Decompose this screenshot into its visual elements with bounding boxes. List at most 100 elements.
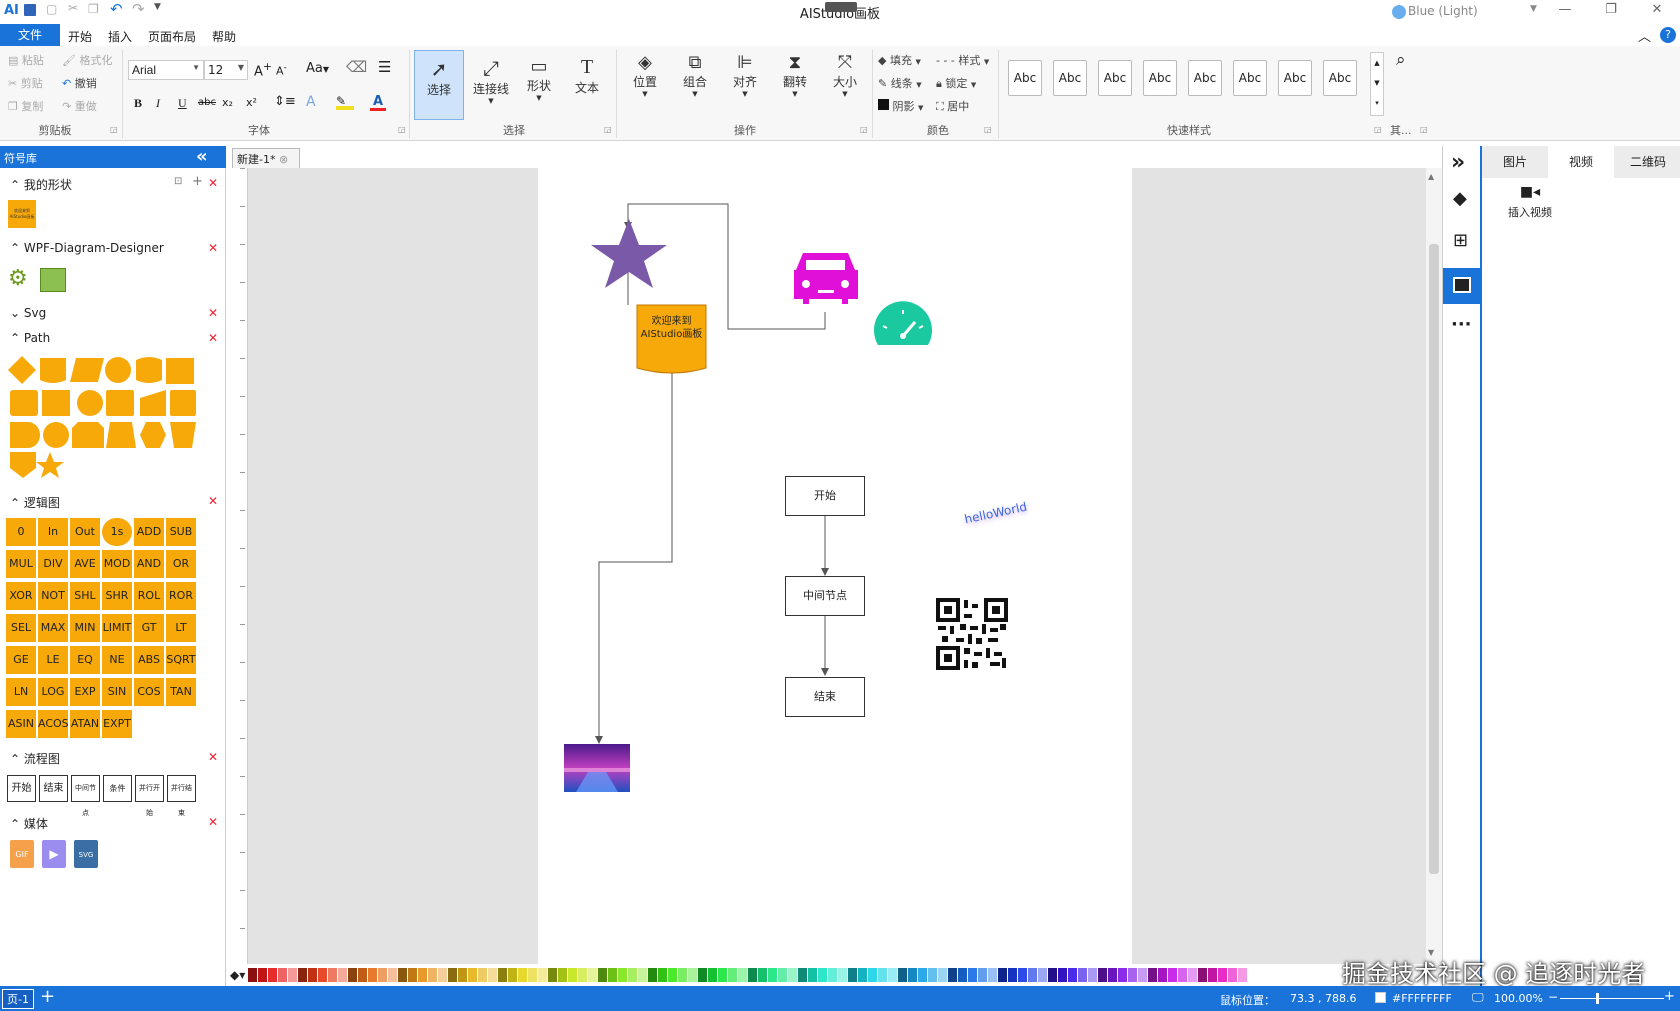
style-button[interactable]: - - - 样式 ▼ [936, 52, 989, 68]
palette-swatch[interactable] [668, 968, 677, 982]
palette-swatch[interactable] [1188, 968, 1197, 982]
strikethrough-button[interactable]: abc [198, 97, 216, 108]
palette-swatch[interactable] [298, 968, 307, 982]
logic-item-not[interactable]: NOT [38, 582, 68, 610]
combine-button[interactable]: ⧉ 组合 ▼ [670, 52, 720, 98]
logic-item-mul[interactable]: MUL [6, 550, 36, 578]
minimize-icon[interactable]: — [1550, 2, 1580, 22]
paste-button[interactable]: ▤ 粘贴 [8, 52, 44, 68]
logic-item-asin[interactable]: ASIN [6, 710, 36, 738]
palette-swatch[interactable] [868, 968, 877, 982]
section-path[interactable]: ⌃ Path [10, 331, 50, 345]
palette-swatch[interactable] [688, 968, 697, 982]
flow-end-item[interactable]: 结束 [39, 775, 68, 802]
palette-swatch[interactable] [258, 968, 267, 982]
logic-item-tan[interactable]: TAN [166, 678, 196, 706]
palette-swatch[interactable] [1128, 968, 1137, 982]
logic-item-ave[interactable]: AVE [70, 550, 100, 578]
logic-item-add[interactable]: ADD [134, 518, 164, 546]
palette-swatch[interactable] [268, 968, 277, 982]
operate-launcher-icon[interactable]: ◲ [860, 125, 868, 134]
connector-tool-button[interactable]: ⤢ 连接线 ▼ [466, 50, 516, 120]
logic-item-sel[interactable]: SEL [6, 614, 36, 642]
palette-swatch[interactable] [1088, 968, 1097, 982]
palette-swatch[interactable] [998, 968, 1007, 982]
quick-style-launcher-icon[interactable]: ◲ [1374, 125, 1382, 134]
quick-style-scroll[interactable]: ▲ ▼ ▾ [1370, 52, 1384, 116]
italic-button[interactable]: I [156, 96, 160, 111]
palette-swatch[interactable] [278, 968, 287, 982]
logic-item-mod[interactable]: MOD [102, 550, 132, 578]
vertical-scrollbar[interactable]: ▲ ▼ [1426, 168, 1442, 964]
flow-condition-item[interactable]: 条件 [103, 775, 132, 802]
palette-swatch[interactable] [738, 968, 747, 982]
gif-icon[interactable]: GIF [10, 840, 34, 868]
flow-node-start[interactable]: 开始 [785, 476, 865, 516]
menu-help[interactable]: 帮助 [212, 28, 236, 45]
paint-bucket-icon[interactable]: ◆▾ [230, 968, 245, 982]
palette-swatch[interactable] [1028, 968, 1037, 982]
quick-style-item[interactable]: Abc [1008, 60, 1042, 96]
palette-swatch[interactable] [378, 968, 387, 982]
palette-swatch[interactable] [618, 968, 627, 982]
palette-swatch[interactable] [1178, 968, 1187, 982]
palette-swatch[interactable] [718, 968, 727, 982]
layout-grid-icon[interactable]: ⊞ [1453, 230, 1468, 251]
palette-swatch[interactable] [898, 968, 907, 982]
palette-swatch[interactable] [288, 968, 297, 982]
palette-swatch[interactable] [928, 968, 937, 982]
palette-swatch[interactable] [818, 968, 827, 982]
flip-button[interactable]: ⧗ 翻转 ▼ [770, 52, 820, 98]
palette-swatch[interactable] [758, 968, 767, 982]
palette-swatch[interactable] [788, 968, 797, 982]
palette-swatch[interactable] [638, 968, 647, 982]
palette-swatch[interactable] [908, 968, 917, 982]
highlight-color-icon[interactable]: ✎ [336, 94, 354, 110]
palette-swatch[interactable] [478, 968, 487, 982]
palette-swatch[interactable] [468, 968, 477, 982]
palette-swatch[interactable] [1228, 968, 1237, 982]
logic-item-min[interactable]: MIN [70, 614, 100, 642]
svg-file-icon[interactable]: SVG [74, 840, 98, 868]
palette-swatch[interactable] [828, 968, 837, 982]
palette-swatch[interactable] [608, 968, 617, 982]
insert-video-button[interactable]: ■◂ 插入视频 [1500, 184, 1560, 220]
palette-swatch[interactable] [358, 968, 367, 982]
welcome-text[interactable]: 欢迎来到AIStudio画板 [637, 310, 706, 360]
palette-swatch[interactable] [888, 968, 897, 982]
shrink-font-icon[interactable]: A- [276, 62, 287, 78]
close-icon[interactable]: ✕ [1642, 2, 1672, 22]
palette-swatch[interactable] [628, 968, 637, 982]
palette-swatch[interactable] [248, 968, 257, 982]
palette-swatch[interactable] [1168, 968, 1177, 982]
logic-item-out[interactable]: Out [70, 518, 100, 546]
section-svg[interactable]: ⌄ Svg [10, 306, 46, 320]
palette-swatch[interactable] [1058, 968, 1067, 982]
logic-item-and[interactable]: AND [134, 550, 164, 578]
logic-item-0[interactable]: 0 [6, 518, 36, 546]
font-family-select[interactable]: Arial ▼ [128, 60, 204, 80]
change-case-button[interactable]: Aa▼ [306, 61, 329, 76]
palette-swatch[interactable] [418, 968, 427, 982]
other-launcher-icon[interactable]: ◲ [1420, 125, 1428, 134]
logic-item-cos[interactable]: COS [134, 678, 164, 706]
palette-swatch[interactable] [848, 968, 857, 982]
fill-button[interactable]: ◆ 填充 ▼ [878, 52, 921, 68]
logic-item-lt[interactable]: LT [166, 614, 196, 642]
tab-video[interactable]: 视频 [1548, 146, 1614, 178]
more-icon[interactable]: ··· [1451, 314, 1472, 335]
logic-item-ror[interactable]: ROR [166, 582, 196, 610]
font-color-icon[interactable]: A [370, 94, 386, 111]
fill-properties-icon[interactable]: ◆ [1453, 188, 1467, 209]
shape-tool-button[interactable]: ▭ 形状 ▼ [514, 50, 564, 120]
flow-start-item[interactable]: 开始 [7, 775, 36, 802]
database-icon[interactable] [40, 268, 66, 292]
close-section-icon[interactable]: ✕ [208, 750, 218, 764]
superscript-button[interactable]: x² [246, 96, 257, 109]
palette-swatch[interactable] [808, 968, 817, 982]
format-painter-button[interactable]: 🖌 格式化 [62, 52, 112, 68]
tab-document[interactable]: 新建-1* ⊗ [232, 148, 300, 168]
size-button[interactable]: ⤧ 大小 ▼ [820, 52, 870, 98]
fit-screen-icon[interactable]: 🖵︎ [1472, 990, 1484, 1005]
flow-node-middle[interactable]: 中间节点 [785, 576, 865, 616]
